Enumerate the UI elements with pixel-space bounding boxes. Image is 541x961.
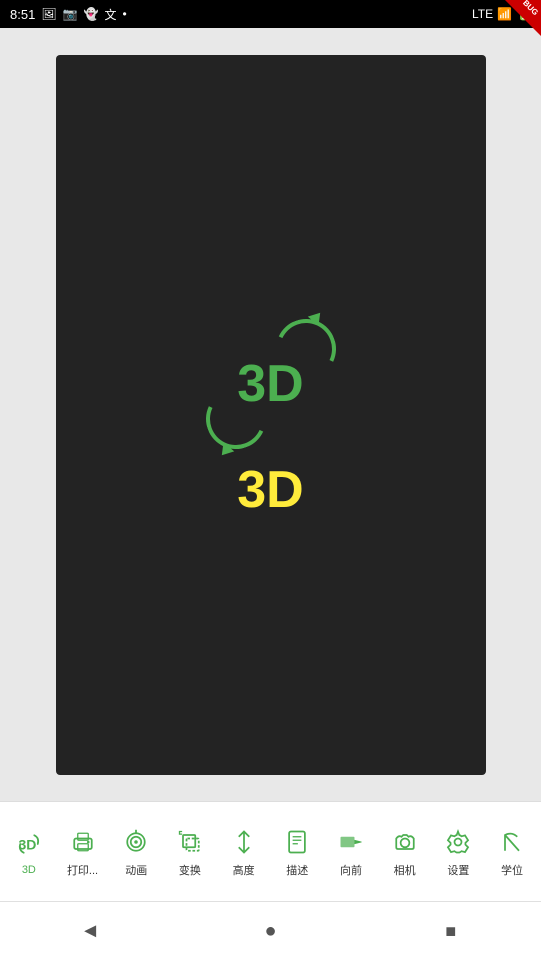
nav-recent-button[interactable]: ■ <box>426 907 476 957</box>
tool-height-icon <box>228 826 260 858</box>
tool-describe-icon <box>281 826 313 858</box>
transform-icon-svg <box>176 828 204 856</box>
rotating-3d-icon: 3D <box>201 314 341 454</box>
tool-degree[interactable]: 学位 <box>487 822 537 882</box>
toolbar: 3D 3D 打印... 动画 <box>0 801 541 901</box>
photo-icon: 🖼 <box>41 7 56 21</box>
tool-describe[interactable]: 描述 <box>272 822 322 882</box>
status-bar: 8:51 🖼 📷 👻 文 • LTE 📶 🔋 <box>0 0 541 28</box>
tool-3d-label: 3D <box>22 864 36 876</box>
translate-icon: 文 <box>104 6 116 23</box>
print-icon-svg <box>69 828 97 856</box>
tool-print-label: 打印... <box>67 862 98 878</box>
signal-icon: 📶 <box>497 7 512 21</box>
tool-camera[interactable]: 相机 <box>380 822 430 882</box>
tool-height[interactable]: 高度 <box>219 822 269 882</box>
tool-forward-label: 向前 <box>340 862 362 878</box>
tool-3d[interactable]: 3D 3D <box>4 824 54 880</box>
nav-bar: ◄ ● ■ <box>0 901 541 961</box>
status-left: 8:51 🖼 📷 👻 文 • <box>10 6 127 23</box>
tool-animate-icon <box>120 826 152 858</box>
tool-settings-icon <box>442 826 474 858</box>
time-display: 8:51 <box>10 7 35 22</box>
tool-transform[interactable]: 变换 <box>165 822 215 882</box>
tool-3d-icon: 3D <box>13 828 45 860</box>
describe-icon-svg <box>283 828 311 856</box>
degree-icon-svg <box>498 828 526 856</box>
tool-settings-label: 设置 <box>447 862 469 878</box>
tool-animate[interactable]: 动画 <box>111 822 161 882</box>
logo-container: 3D 3D <box>201 314 341 516</box>
camera-icon-svg <box>391 828 419 856</box>
tool-height-label: 高度 <box>233 862 255 878</box>
nav-home-button[interactable]: ● <box>245 907 295 957</box>
tool-describe-label: 描述 <box>286 862 308 878</box>
tool-degree-label: 学位 <box>501 862 523 878</box>
photo2-icon: 📷 <box>63 7 78 21</box>
debug-text: BUG <box>521 0 540 18</box>
3d-yellow-text: 3D <box>237 464 303 516</box>
animate-icon-svg <box>122 828 150 856</box>
tool-print-icon <box>67 826 99 858</box>
tool-camera-icon <box>389 826 421 858</box>
tool-settings[interactable]: 设置 <box>433 822 483 882</box>
main-content: 3D 3D <box>0 28 541 801</box>
settings-icon-svg <box>444 828 472 856</box>
ghost-icon: 👻 <box>84 7 99 21</box>
tool-animate-label: 动画 <box>125 862 147 878</box>
forward-icon-svg <box>337 828 365 856</box>
tool-forward-icon <box>335 826 367 858</box>
recent-icon: ■ <box>445 921 456 942</box>
tool-transform-icon <box>174 826 206 858</box>
tool-degree-icon <box>496 826 528 858</box>
height-icon-svg <box>230 828 258 856</box>
back-icon: ◄ <box>80 920 100 943</box>
tool-forward[interactable]: 向前 <box>326 822 376 882</box>
tool-camera-label: 相机 <box>394 862 416 878</box>
lte-label: LTE <box>472 7 493 21</box>
canvas-area: 3D 3D <box>56 55 486 775</box>
nav-back-button[interactable]: ◄ <box>65 907 115 957</box>
3d-green-text: 3D <box>237 358 303 410</box>
home-icon: ● <box>264 920 276 943</box>
3d-icon-svg: 3D <box>15 830 43 858</box>
dot-icon: • <box>122 7 126 21</box>
tool-transform-label: 变换 <box>179 862 201 878</box>
tool-print[interactable]: 打印... <box>58 822 108 882</box>
